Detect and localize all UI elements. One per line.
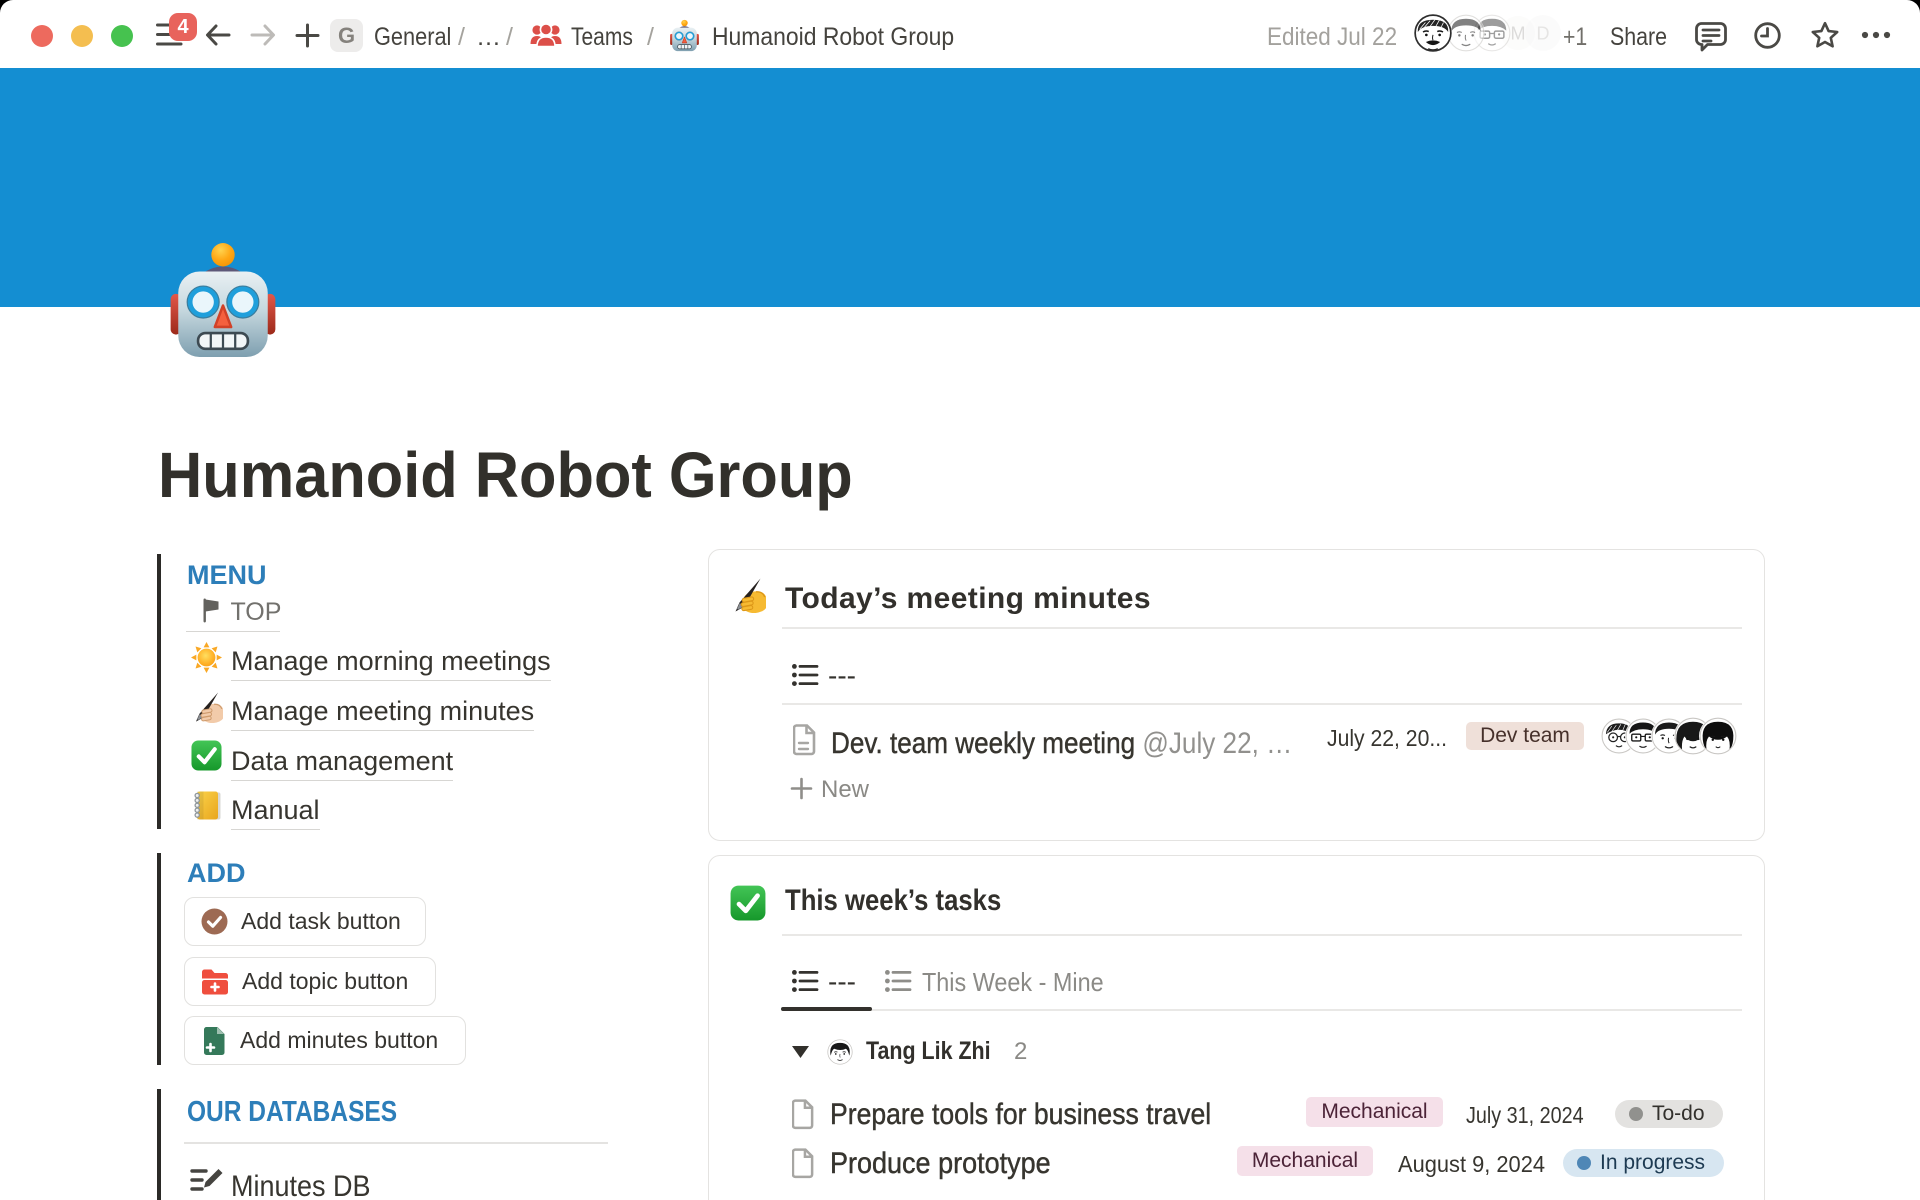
svg-text:D: D [1536,24,1549,44]
svg-text:M: M [1510,24,1525,44]
